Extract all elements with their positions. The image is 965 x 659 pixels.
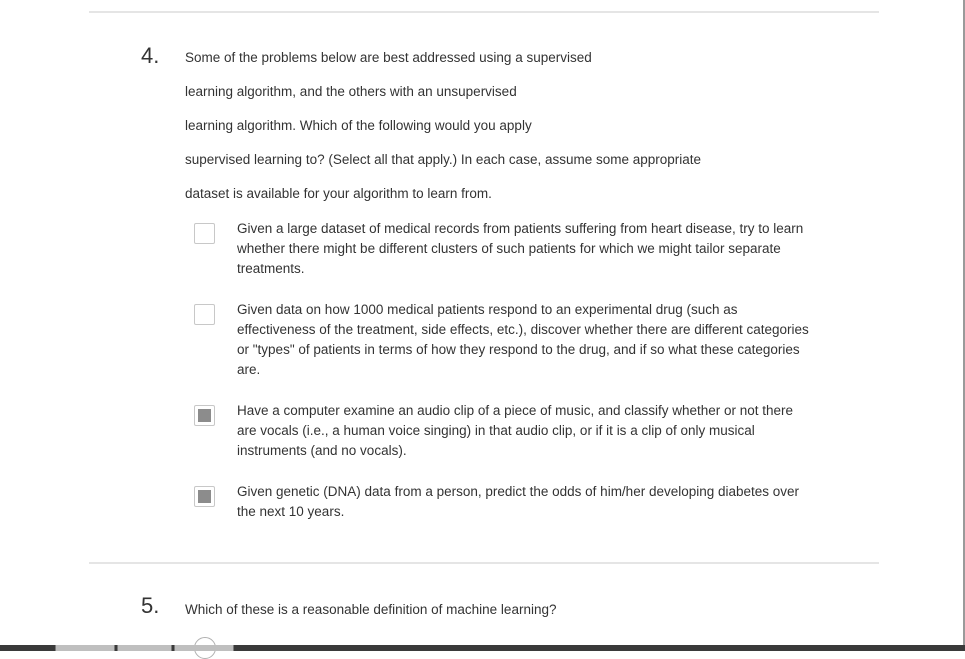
question-4-stem-line-2: learning algorithm, and the others with … <box>185 84 517 99</box>
question-4-stem-line-1: Some of the problems below are best addr… <box>185 50 592 65</box>
question-divider <box>89 562 879 564</box>
taskbar-button[interactable] <box>117 645 172 651</box>
question-4-stem-line-5: dataset is available for your algorithm … <box>185 186 492 201</box>
question-4-number: 4. <box>141 43 160 68</box>
top-divider <box>89 11 879 13</box>
option-3-checkbox[interactable] <box>194 405 215 426</box>
question-4-stem-line-3: learning algorithm. Which of the followi… <box>185 118 532 133</box>
option-2-checkbox[interactable] <box>194 304 215 325</box>
option-1-label: Given a large dataset of medical records… <box>237 221 804 276</box>
question-4-stem-line-4: supervised learning to? (Select all that… <box>185 152 702 167</box>
taskbar-button[interactable] <box>55 645 115 651</box>
question-5-number: 5. <box>141 593 160 618</box>
option-2-label: Given data on how 1000 medical patients … <box>237 302 809 377</box>
option-4-label: Given genetic (DNA) data from a person, … <box>237 484 800 519</box>
option-3-label: Have a computer examine an audio clip of… <box>237 403 794 458</box>
question-5-stem: Which of these is a reasonable definitio… <box>185 602 557 617</box>
taskbar-button[interactable] <box>174 645 234 651</box>
option-1-checkbox[interactable] <box>194 223 215 244</box>
option-4-checkbox[interactable] <box>194 486 215 507</box>
